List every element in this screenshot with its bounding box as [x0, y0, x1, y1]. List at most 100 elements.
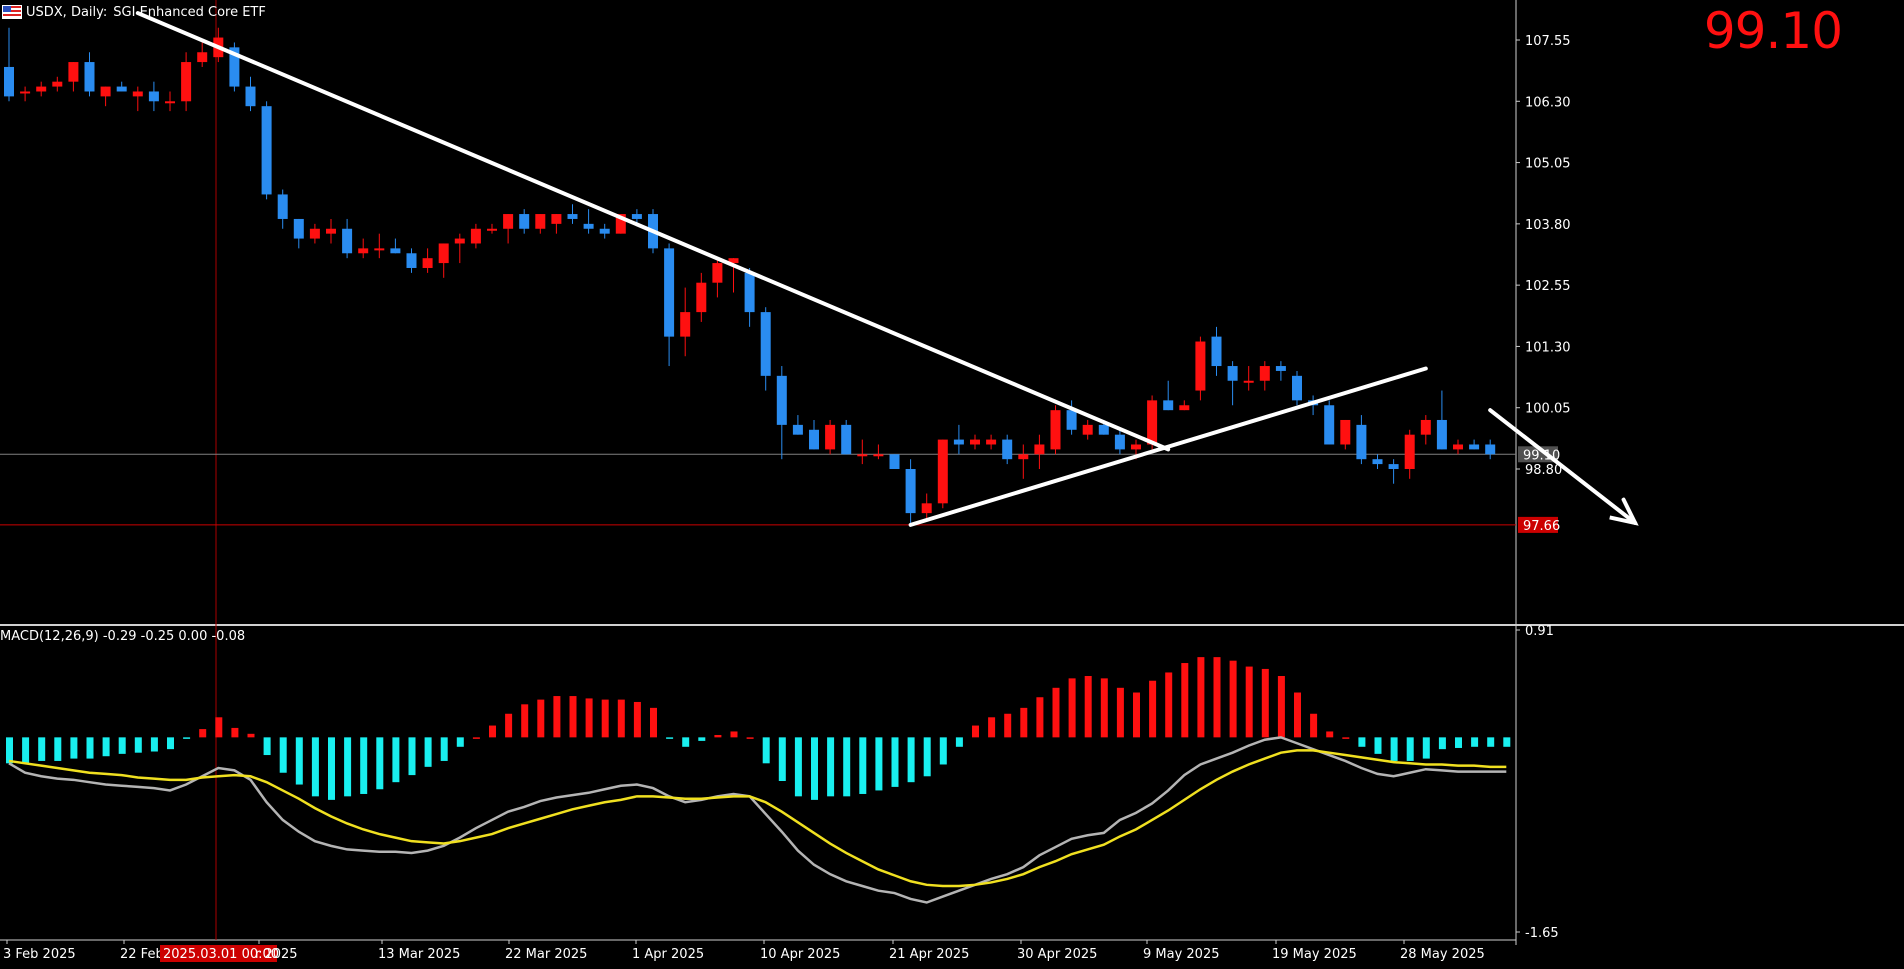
candle-body — [197, 52, 208, 63]
macd-histogram-bar — [295, 737, 303, 785]
candle — [165, 91, 175, 112]
candle — [84, 52, 95, 97]
candle-body — [116, 86, 127, 92]
macd-histogram-bar — [70, 737, 78, 759]
time-tick-label: 3 Feb 2025 — [3, 947, 76, 962]
candle-body — [1356, 424, 1367, 460]
macd-histogram-bar — [118, 737, 126, 754]
candle — [181, 52, 192, 112]
macd-histogram-bar — [376, 737, 384, 790]
candle-body — [712, 263, 723, 283]
macd-histogram-bar — [714, 734, 722, 738]
candle — [1114, 429, 1125, 455]
price-tick-label: 101.30 — [1525, 340, 1571, 355]
macd-histogram-bar — [617, 699, 625, 738]
candle — [503, 214, 514, 244]
macd-line — [8, 736, 1507, 904]
macd-histogram-bar — [279, 737, 287, 773]
candle-body — [36, 86, 47, 92]
candle — [326, 218, 336, 244]
macd-histogram-bar — [1261, 668, 1269, 738]
macd-histogram-bar — [650, 707, 657, 738]
candle-body — [470, 228, 481, 244]
macd-histogram-bar — [553, 696, 561, 738]
price-tick-label: 106.30 — [1525, 95, 1571, 110]
macd-histogram-bar — [505, 713, 513, 738]
macd-histogram-bar — [1068, 678, 1076, 738]
candle — [664, 243, 675, 367]
candle-body — [1018, 454, 1029, 460]
candle-body — [1404, 434, 1415, 469]
candle — [1211, 326, 1222, 376]
chart-header: USDX, Daily: SGI Enhanced Core ETF — [0, 3, 266, 21]
macd-histogram-bar — [843, 737, 851, 797]
macd-histogram-bar — [907, 737, 915, 783]
chart-canvas[interactable]: 107.55 106.30 105.05 103.80 102.55 101.30 100.… — [0, 0, 1904, 969]
candle — [358, 238, 369, 259]
macd-histogram-bar — [537, 699, 545, 738]
candle-body — [921, 503, 932, 514]
candle — [970, 434, 980, 450]
macd-histogram-bar — [311, 737, 319, 797]
candle — [390, 238, 401, 254]
candle-body — [1002, 439, 1013, 460]
candle-body — [342, 228, 353, 254]
macd-histogram-bar — [102, 737, 110, 757]
candle-body — [1436, 419, 1447, 450]
candle-body — [487, 228, 497, 231]
candle-body — [454, 238, 465, 244]
candle-body — [1259, 366, 1270, 381]
macd-histogram-bar — [440, 737, 448, 761]
candle — [1243, 366, 1254, 391]
candle — [696, 272, 707, 322]
candle — [1404, 429, 1415, 479]
trendline-projection-arrow — [1488, 408, 1638, 525]
macd-histogram-bar — [1342, 737, 1350, 739]
candle-body — [261, 106, 272, 195]
macd-histogram-bar — [891, 737, 899, 787]
macd-histogram-bar — [682, 737, 690, 747]
macd-histogram-bar — [1471, 737, 1479, 747]
candle-body — [1243, 380, 1254, 383]
macd-histogram-bar — [762, 737, 770, 764]
macd-tick-label: -1.65 — [1525, 926, 1559, 941]
candle-body — [599, 228, 610, 234]
candle-body — [760, 312, 771, 376]
candle-body — [1227, 366, 1238, 381]
candle-body — [1098, 424, 1109, 435]
macd-histogram-bar — [1326, 731, 1334, 738]
candle-body — [680, 312, 691, 337]
candle — [1018, 444, 1029, 479]
candle — [1420, 415, 1431, 445]
candle-body — [390, 248, 401, 254]
candle — [293, 218, 304, 249]
macd-histogram-bar — [134, 737, 142, 753]
macd-histogram-bar — [521, 704, 529, 738]
candle — [20, 86, 31, 102]
candle — [470, 223, 481, 249]
candle — [309, 223, 320, 244]
macd-histogram-bar — [1052, 687, 1060, 738]
candle — [841, 419, 852, 455]
candle-body — [84, 62, 95, 92]
candle-body — [1163, 400, 1174, 411]
candle-body — [889, 454, 900, 469]
candle-body — [4, 66, 14, 97]
candle-body — [986, 439, 997, 445]
macd-histogram-bar — [344, 737, 352, 797]
candle — [535, 214, 546, 234]
candle-body — [809, 429, 819, 450]
macd-histogram-bar — [183, 737, 191, 739]
candle — [809, 419, 819, 450]
time-tick-label: 28 May 2025 — [1400, 947, 1485, 962]
macd-histogram-bar — [1310, 713, 1318, 738]
time-tick-label: 30 Apr 2025 — [1017, 947, 1097, 962]
candle-body — [245, 86, 256, 107]
macd-histogram-bar — [569, 696, 577, 738]
candle-body — [503, 214, 514, 229]
candle — [422, 248, 433, 273]
candle-body — [1275, 366, 1286, 371]
macd-histogram-bar — [730, 731, 738, 738]
time-tick-label: 22 Mar 2025 — [505, 947, 587, 962]
macd-histogram-bar — [811, 737, 818, 800]
